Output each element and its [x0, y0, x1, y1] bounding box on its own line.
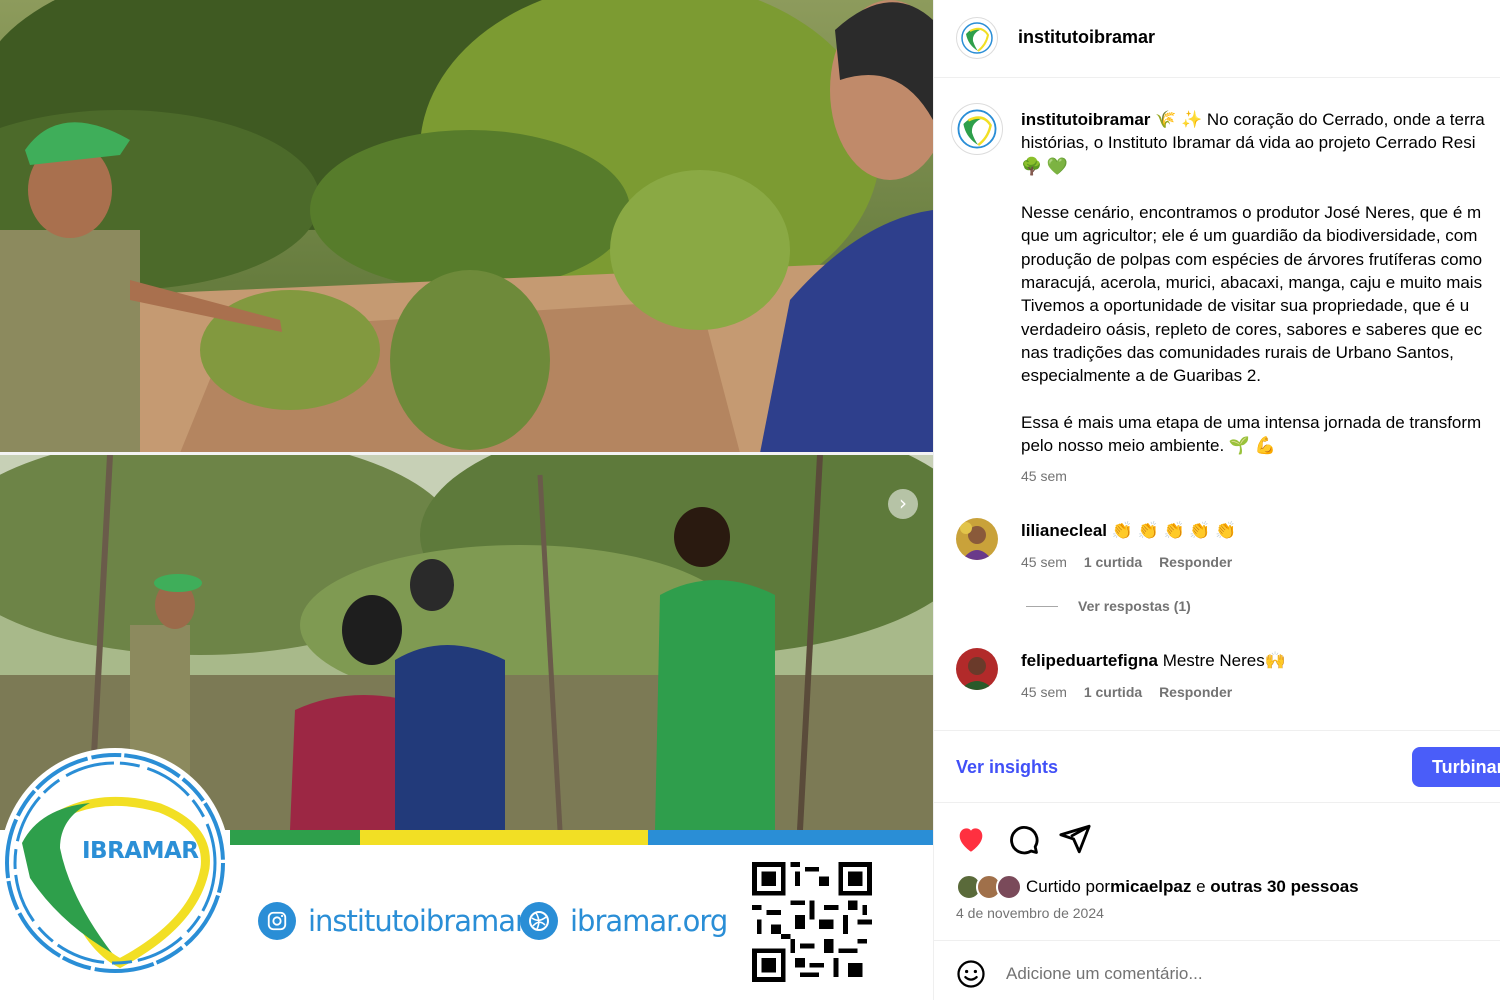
comment-likes[interactable]: 1 curtida	[1084, 684, 1142, 700]
caption-timestamp[interactable]: 45 sem	[1021, 468, 1067, 484]
instagram-icon	[258, 902, 296, 940]
next-slide-arrow-icon[interactable]: ›	[888, 489, 918, 519]
caption-avatar[interactable]	[951, 103, 1003, 155]
banner-website-text: ibramar.org	[570, 904, 728, 938]
liker-avatar	[996, 874, 1022, 900]
comment-time[interactable]: 45 sem	[1021, 554, 1067, 570]
likes-summary[interactable]: Curtido por micaelpaz e outras 30 pessoa…	[956, 874, 1359, 900]
comment-meta: 45 sem 1 curtida Responder	[1021, 554, 1245, 570]
likes-others[interactable]: outras 30 pessoas	[1210, 877, 1358, 897]
header-username[interactable]: institutoibramar	[1018, 27, 1155, 48]
comment-username[interactable]: lilianecleal	[1021, 521, 1107, 540]
banner-stripe-green	[230, 830, 360, 845]
comment-avatar[interactable]	[956, 648, 998, 690]
post-date[interactable]: 4 de novembro de 2024	[956, 905, 1104, 921]
add-comment-bar	[934, 940, 1500, 1000]
comment-avatar[interactable]	[956, 518, 998, 560]
banner-website: ibramar.org	[520, 897, 728, 945]
post-actions	[934, 818, 1500, 858]
post-header: institutoibramar	[934, 0, 1500, 78]
ibramar-logo-text: IBRAMAR	[82, 838, 199, 864]
view-replies-label: Ver respostas (1)	[1078, 598, 1191, 614]
boost-post-button[interactable]: Turbinar	[1412, 747, 1500, 787]
speech-bubble-icon[interactable]	[1006, 822, 1040, 856]
likes-middle: e	[1191, 877, 1211, 896]
comment-item: lilianecleal 👏 👏 👏 👏 👏 45 sem 1 curtida …	[934, 518, 1500, 578]
banner-instagram-handle: institutoibramar	[308, 904, 527, 938]
emoji-icon[interactable]	[956, 959, 986, 989]
caption-text: institutoibramar 🌾 ✨ No coração do Cerra…	[1021, 108, 1500, 457]
photo-farmer-pointing	[0, 0, 933, 453]
comment-body: Mestre Neres🙌	[1157, 651, 1286, 670]
likes-prefix: Curtido por	[1026, 877, 1111, 896]
comment-body: 👏 👏 👏 👏 👏	[1107, 521, 1237, 540]
comment-input[interactable]	[1006, 961, 1466, 987]
comment-text: felipeduartefigna Mestre Neres🙌	[1021, 651, 1286, 671]
insights-bar: Ver insights Turbinar	[934, 730, 1500, 803]
liker-avatars	[956, 874, 1022, 900]
comment-time[interactable]: 45 sem	[1021, 684, 1067, 700]
globe-icon	[520, 902, 558, 940]
post-media[interactable]: › institutoibramar ibramar.org IBRAMAR	[0, 0, 933, 1000]
replies-dash	[1026, 605, 1058, 607]
banner-stripe-yellow	[360, 830, 648, 845]
header-avatar[interactable]	[956, 17, 998, 59]
post-side-panel: institutoibramar institutoibramar 🌾 ✨ No…	[933, 0, 1500, 1000]
caption-username[interactable]: institutoibramar	[1021, 110, 1150, 129]
comment-likes[interactable]: 1 curtida	[1084, 554, 1142, 570]
heart-filled-icon[interactable]	[954, 822, 988, 856]
banner-instagram: institutoibramar	[258, 897, 527, 945]
comment-reply-button[interactable]: Responder	[1159, 554, 1232, 570]
view-insights-link[interactable]: Ver insights	[956, 757, 1058, 778]
comment-meta: 45 sem 1 curtida Responder	[1021, 684, 1245, 700]
banner-stripe-blue	[648, 830, 933, 845]
view-replies-button[interactable]: Ver respostas (1)	[1026, 598, 1191, 614]
likes-user[interactable]: micaelpaz	[1110, 877, 1191, 897]
qr-code	[752, 862, 872, 982]
comment-username[interactable]: felipeduartefigna	[1021, 651, 1158, 670]
comment-item: felipeduartefigna Mestre Neres🙌 45 sem 1…	[934, 648, 1500, 708]
comment-reply-button[interactable]: Responder	[1159, 684, 1232, 700]
paper-plane-icon[interactable]	[1058, 822, 1092, 856]
caption-body: 🌾 ✨ No coração do Cerrado, onde a terra …	[1021, 110, 1485, 456]
comment-text: lilianecleal 👏 👏 👏 👏 👏	[1021, 521, 1236, 541]
